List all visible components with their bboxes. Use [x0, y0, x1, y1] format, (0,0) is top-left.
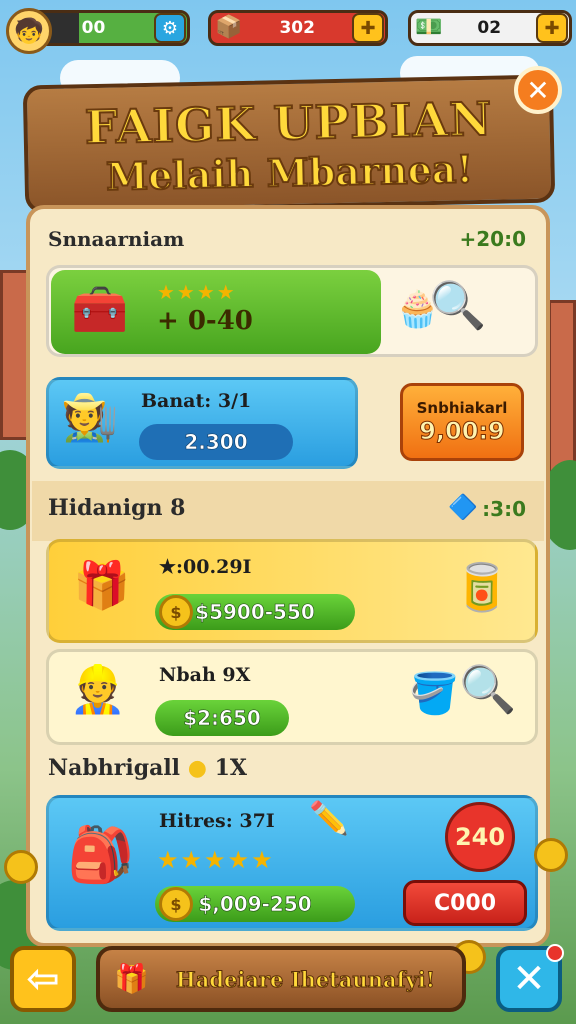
bottom-banner-text: Hadeiare Ihetaunafyi! [175, 966, 436, 992]
player-card-bar: 2.300 [139, 424, 293, 460]
cash-icon: 💵 [415, 15, 443, 40]
floating-coin-icon [534, 838, 568, 872]
main-panel: Snnaarniam +20:0 🧰 ★★★★ + 0-40 🔍 🧁 🧑‍🌾 B… [26, 205, 550, 947]
offer-card-1-label: ★:00.29I [159, 556, 252, 578]
section2-value: :3:0 [482, 497, 526, 521]
close-button[interactable]: ✕ [514, 66, 562, 114]
section3-heading-suffix: 1X [214, 755, 247, 781]
offer-button-value: 9,00:9 [419, 417, 506, 446]
pink-can-icon: 🥫 [453, 560, 511, 614]
reward-card[interactable]: 🧰 ★★★★ + 0-40 🔍 🧁 [46, 265, 538, 357]
coins-add-button[interactable]: ⚙ [154, 13, 186, 43]
cupcake-icon: 🧁 [395, 289, 440, 330]
cancel-button[interactable]: ✕ [496, 944, 564, 1012]
coin-icon: $ [159, 887, 193, 921]
pencil-icon: ✏️ [309, 799, 349, 837]
treasure-chest-icon: 🧰 [71, 282, 129, 336]
magnifier-icon: 🔍 [459, 662, 517, 716]
bottom-banner[interactable]: 🎁 Hadeiare Ihetaunafyi! [96, 946, 466, 1012]
offer-card-1-bar-value: $5900-550 [195, 600, 315, 625]
section1-value: +20:0 [459, 227, 526, 251]
gold-chest-icon: 🎁 [73, 558, 131, 612]
gift-icon: 🎁 [114, 962, 149, 995]
player-avatar[interactable]: 🧒 [6, 8, 52, 54]
offer-card-3-bar-value: $,009-250 [198, 892, 312, 917]
offer-card-1[interactable]: 🎁 ★:00.29I $5900-550 $ 🥫 [46, 539, 538, 643]
player-card[interactable]: 🧑‍🌾 Banat: 3/1 2.300 [46, 377, 358, 469]
floating-coin-icon [4, 850, 38, 884]
chests-add-button[interactable]: ✚ [352, 13, 384, 43]
offer-card-3[interactable]: 🎒 Hitres: 37I ✏️ ★★★★★ $,009-250 $ 240 C… [46, 795, 538, 931]
offer-button[interactable]: Snbhiakarl 9,00:9 [400, 383, 524, 461]
coins-counter: 00 ⚙ [30, 10, 190, 46]
offer-card-2-label: Nbah 9X [159, 664, 251, 686]
bucket-icon: 🪣 [409, 671, 459, 717]
offer-button-title: Snbhiakarl [416, 399, 508, 417]
offer-card-3-label: Hitres: 37I [159, 810, 275, 832]
back-arrow-icon: ⇦ [26, 956, 60, 1002]
cash-counter: 💵 02 ✚ [408, 10, 572, 46]
player-character-icon: 🧑‍🌾 [61, 390, 119, 444]
offer-card-2-bar-value: $2:650 [183, 706, 261, 731]
cash-value: 02 [477, 18, 502, 38]
section1-heading: Snnaarniam [48, 227, 185, 251]
worker-character-icon: 👷 [69, 662, 127, 716]
reward-amount: + 0-40 [157, 306, 253, 336]
offer-card-2[interactable]: 👷 Nbah 9X $2:650 🪣 🔍 [46, 649, 538, 745]
player-card-label: Banat: 3/1 [141, 390, 252, 412]
offer-card-3-stars: ★★★★★ [157, 846, 275, 874]
price-badge-value: 240 [454, 823, 506, 851]
section3-heading-text: Nabhrigall [48, 755, 181, 781]
offer-card-2-bar: $2:650 [155, 700, 289, 736]
title-board: FAIGK UPBIAN Melaih Mbarnea! [22, 74, 556, 214]
cash-add-button[interactable]: ✚ [536, 13, 568, 43]
player-card-bar-value: 2.300 [184, 430, 248, 455]
close-icon: ✕ [512, 956, 546, 1002]
close-icon: ✕ [526, 73, 550, 107]
chests-value: 302 [279, 18, 315, 38]
section2-heading: Hidanign 8 [48, 495, 186, 521]
price-badge: 240 [445, 802, 515, 872]
buy-button-label: C000 [433, 890, 497, 916]
chest-icon: 📦 [215, 15, 243, 40]
title-line-2: Melaih Mbarnea! [105, 145, 475, 200]
chests-counter: 📦 302 ✚ [208, 10, 388, 46]
coin-icon: $ [159, 595, 193, 629]
top-hud: 00 ⚙ 🧒 📦 302 ✚ 💵 02 ✚ [0, 6, 576, 56]
back-button[interactable]: ⇦ [10, 946, 76, 1012]
gem-icon: 🔷 [448, 493, 478, 521]
pink-box-icon: 🎒 [67, 823, 135, 886]
section3-heading: Nabhrigall ● 1X [48, 755, 247, 781]
notification-dot [546, 944, 564, 962]
section3-coin-icon: ● [187, 755, 207, 781]
buy-button[interactable]: C000 [403, 880, 527, 926]
avatar-icon: 🧒 [14, 17, 44, 45]
reward-stars: ★★★★ [157, 280, 237, 304]
